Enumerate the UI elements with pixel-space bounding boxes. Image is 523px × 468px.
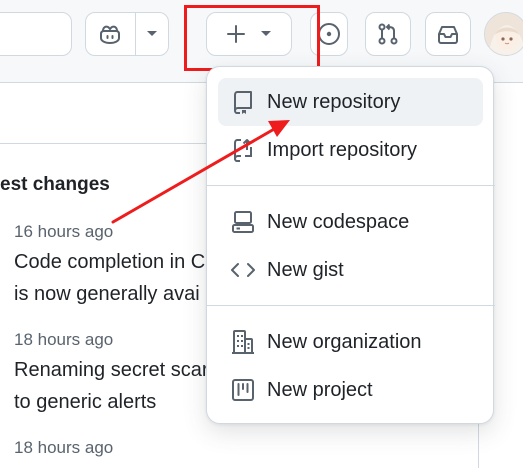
project-icon	[223, 366, 263, 414]
changelog-entry-title-line[interactable]: Code completion in C	[14, 246, 214, 278]
git-pull-request-icon	[376, 22, 400, 46]
repo-push-icon	[223, 126, 263, 174]
menu-item-new-gist[interactable]: New gist	[218, 246, 483, 294]
menu-item-label: Import repository	[267, 138, 418, 161]
menu-item-import-repository[interactable]: Import repository	[218, 126, 483, 174]
latest-changes-heading: est changes	[0, 174, 110, 195]
pull-requests-button[interactable]	[365, 12, 411, 56]
create-new-button[interactable]	[206, 12, 292, 56]
copilot-menu-chevron-down-icon[interactable]	[136, 13, 168, 55]
changelog-entry-title-line[interactable]: Renaming secret scar	[14, 354, 214, 386]
changelog-entry-title-line[interactable]: to generic alerts	[14, 386, 214, 418]
search-input[interactable]	[0, 12, 72, 56]
changelog-entry-title-line[interactable]: is now generally avai	[14, 278, 214, 310]
issues-button[interactable]	[310, 12, 348, 56]
menu-item-label: New repository	[267, 90, 401, 113]
menu-divider	[207, 305, 495, 306]
copilot-button[interactable]	[85, 12, 169, 56]
code-icon	[223, 246, 263, 294]
changelog-entry-time: 16 hours ago	[14, 222, 114, 241]
chevron-down-icon	[260, 30, 272, 38]
menu-item-label: New project	[267, 378, 373, 401]
changelog-entry-title[interactable]: Renaming secret scar to generic alerts	[14, 354, 214, 418]
inbox-button[interactable]	[425, 12, 471, 56]
create-new-menu: New repository Import repository New cod…	[206, 66, 495, 424]
avatar[interactable]	[484, 12, 523, 56]
menu-divider	[207, 185, 495, 186]
copilot-icon[interactable]	[86, 13, 135, 55]
inbox-icon	[436, 23, 460, 45]
menu-item-new-repository[interactable]: New repository	[218, 78, 483, 126]
changelog-entry-title[interactable]: Code completion in C is now generally av…	[14, 246, 214, 310]
menu-item-label: New gist	[267, 258, 344, 281]
menu-item-new-codespace[interactable]: New codespace	[218, 198, 483, 246]
menu-item-new-project[interactable]: New project	[218, 366, 483, 414]
menu-item-label: New codespace	[267, 210, 410, 233]
changelog-entry-time: 18 hours ago	[14, 438, 114, 457]
issue-open-icon	[317, 22, 341, 46]
changelog-entry-time: 18 hours ago	[14, 330, 114, 349]
menu-item-new-organization[interactable]: New organization	[218, 318, 483, 366]
menu-item-label: New organization	[267, 330, 422, 353]
plus-icon	[226, 24, 246, 44]
organization-icon	[223, 318, 263, 366]
repo-icon	[223, 78, 263, 126]
codespaces-icon	[223, 198, 263, 246]
